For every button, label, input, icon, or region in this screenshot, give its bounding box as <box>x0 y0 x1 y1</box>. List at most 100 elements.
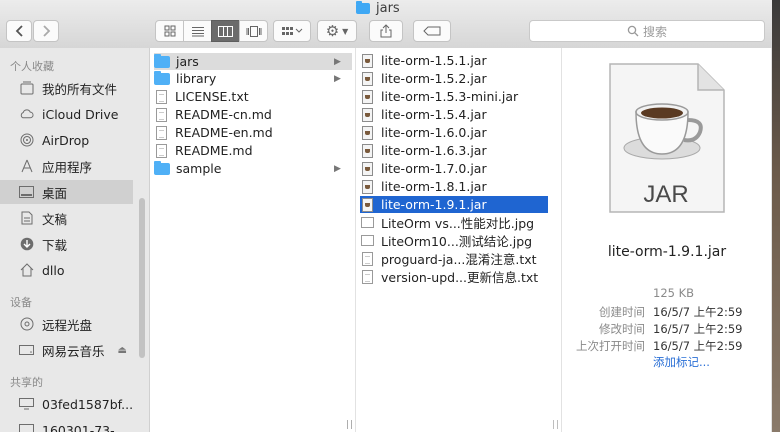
chevron-left-icon <box>15 25 23 37</box>
sidebar-item-home[interactable]: dllo <box>0 258 133 282</box>
column-view-button[interactable] <box>211 20 240 42</box>
view-mode-group <box>155 20 269 42</box>
file-name: lite-orm-1.6.0.jar <box>381 125 487 140</box>
modified-value: 16/5/7 上午2:59 <box>653 322 743 336</box>
list-view-button[interactable] <box>183 20 212 42</box>
airdrop-icon <box>19 133 34 148</box>
file-name: LICENSE.txt <box>175 89 249 104</box>
list-item-file[interactable]: lite-orm-1.5.3-mini.jar <box>360 88 558 105</box>
sidebar-item-documents[interactable]: 文稿 <box>0 206 133 230</box>
sidebar-item-label: iCloud Drive <box>42 106 119 122</box>
list-item-file[interactable]: lite-orm-1.6.0.jar <box>360 124 558 141</box>
sidebar-item-label: dllo <box>42 262 65 278</box>
text-file-icon <box>156 107 167 122</box>
file-name: library <box>176 71 217 86</box>
file-name: version-upd...更新信息.txt <box>381 270 539 285</box>
sidebar-item-label: 桌面 <box>42 185 68 201</box>
chevron-right-icon <box>42 25 50 37</box>
sidebar-item-label: 160301-73-... <box>42 422 127 432</box>
opened-label: 上次打开时间 <box>576 339 645 353</box>
sidebar-item-icloud-drive[interactable]: iCloud Drive <box>0 102 133 126</box>
sidebar-item-label: 下载 <box>42 237 68 253</box>
sidebar-item-shared-computer-2[interactable]: 160301-73-... <box>0 418 133 432</box>
file-name: proguard-ja...混淆注意.txt <box>381 252 537 267</box>
meta-modified: 修改时间 16/5/7 上午2:59 <box>562 321 772 338</box>
file-name: lite-orm-1.5.2.jar <box>381 71 487 86</box>
sidebar-scrollbar[interactable] <box>139 198 145 358</box>
image-file-icon <box>361 217 374 228</box>
jar-file-icon <box>362 143 373 158</box>
share-icon <box>380 24 392 38</box>
disc-icon <box>19 317 34 332</box>
share-button[interactable] <box>369 20 403 42</box>
list-item-file[interactable]: LiteOrm vs...性能对比.jpg <box>360 214 558 231</box>
arrange-button[interactable] <box>273 20 311 42</box>
forward-button[interactable] <box>33 20 59 42</box>
sidebar-item-netease-music[interactable]: 网易云音乐 ⏏ <box>0 338 133 362</box>
sidebar-item-remote-disc[interactable]: 远程光盘 <box>0 312 133 336</box>
list-item-file[interactable]: version-upd...更新信息.txt <box>360 268 558 285</box>
eject-icon[interactable]: ⏏ <box>118 345 127 356</box>
text-file-icon <box>156 89 167 104</box>
tags-button[interactable] <box>413 20 451 42</box>
sidebar-item-label: 文稿 <box>42 211 68 227</box>
arrange-icon <box>282 27 303 35</box>
list-item-folder[interactable]: jars ▶ <box>154 53 352 70</box>
list-item-file[interactable]: LiteOrm10...测试结论.jpg <box>360 232 558 249</box>
sidebar-item-airdrop[interactable]: AirDrop <box>0 128 133 152</box>
list-item-file-selected[interactable]: lite-orm-1.9.1.jar <box>360 196 548 213</box>
jar-file-icon <box>362 89 373 104</box>
window-title: jars <box>356 0 400 16</box>
grid-icon <box>164 25 175 37</box>
meta-created: 创建时间 16/5/7 上午2:59 <box>562 304 772 321</box>
list-item-file[interactable]: README-cn.md <box>154 106 352 123</box>
meta-size: 125 KB <box>562 286 772 303</box>
list-item-file[interactable]: lite-orm-1.7.0.jar <box>360 160 558 177</box>
list-item-folder[interactable]: library ▶ <box>154 70 352 87</box>
column-resize-handle[interactable]: || <box>552 420 560 430</box>
jar-document-icon: JAR <box>609 63 725 213</box>
jar-icon-label: JAR <box>643 181 688 208</box>
list-item-file[interactable]: README-en.md <box>154 124 352 141</box>
sidebar-item-applications[interactable]: 应用程序 <box>0 154 133 178</box>
sidebar-item-shared-computer-1[interactable]: 03fed1587bf... <box>0 392 133 416</box>
action-button[interactable]: ⚙ ▼ <box>317 20 357 42</box>
sidebar-item-all-files[interactable]: 我的所有文件 <box>0 76 133 100</box>
list-item-file[interactable]: lite-orm-1.5.4.jar <box>360 106 558 123</box>
list-item-folder[interactable]: sample ▶ <box>154 160 352 177</box>
sidebar-item-downloads[interactable]: 下载 <box>0 232 133 256</box>
file-size: 125 KB <box>653 286 695 300</box>
file-name: README-en.md <box>175 125 273 140</box>
jar-file-icon <box>362 179 373 194</box>
list-item-file[interactable]: lite-orm-1.6.3.jar <box>360 142 558 159</box>
list-item-file[interactable]: LICENSE.txt <box>154 88 352 105</box>
icon-view-button[interactable] <box>155 20 184 42</box>
applications-icon <box>19 159 34 174</box>
computer-icon <box>19 397 34 412</box>
list-item-file[interactable]: lite-orm-1.5.1.jar <box>360 52 558 69</box>
file-name: LiteOrm vs...性能对比.jpg <box>381 216 535 231</box>
text-file-icon <box>156 143 167 158</box>
list-item-file[interactable]: proguard-ja...混淆注意.txt <box>360 250 558 267</box>
jar-file-icon <box>362 197 373 212</box>
jar-file-icon <box>362 125 373 140</box>
sidebar-item-label: 远程光盘 <box>42 317 93 333</box>
sidebar-heading-favorites: 个人收藏 <box>10 60 54 73</box>
list-item-file[interactable]: lite-orm-1.8.1.jar <box>360 178 558 195</box>
column-project-root: jars ▶ library ▶ LICENSE.txt README-cn.m… <box>150 48 356 432</box>
back-button[interactable] <box>6 20 32 42</box>
search-field[interactable]: 搜索 <box>529 20 765 42</box>
file-name: sample <box>176 161 222 176</box>
folder-icon <box>154 70 170 85</box>
gallery-view-button[interactable] <box>239 20 268 42</box>
column-resize-handle[interactable]: || <box>346 420 354 430</box>
list-icon <box>191 26 204 36</box>
file-name: LiteOrm10...测试结论.jpg <box>381 234 533 249</box>
list-item-file[interactable]: README.md <box>154 142 352 159</box>
list-item-file[interactable]: lite-orm-1.5.2.jar <box>360 70 558 87</box>
add-tags-link[interactable]: 添加标记... <box>653 354 710 370</box>
jar-file-icon <box>362 71 373 86</box>
chevron-right-icon: ▶ <box>334 56 341 67</box>
file-name: README.md <box>175 143 253 158</box>
sidebar-item-desktop[interactable]: 桌面 <box>0 180 133 204</box>
